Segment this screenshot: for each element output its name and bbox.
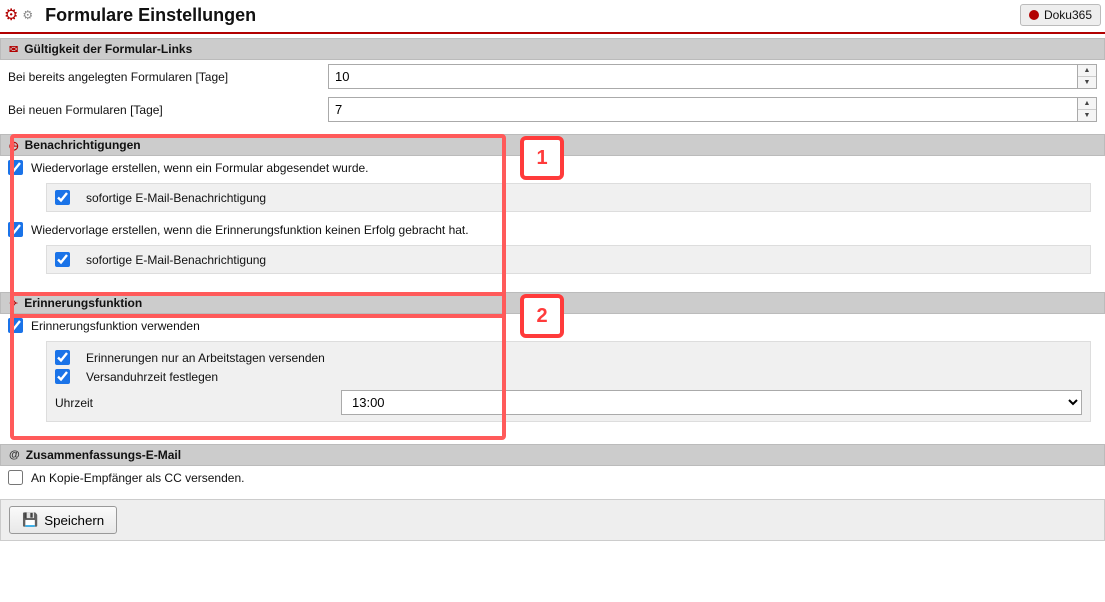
- reminder-use-label: Erinnerungsfunktion verwenden: [31, 319, 200, 333]
- clock-icon: ◷: [9, 139, 19, 152]
- page-title: Formulare Einstellungen: [45, 5, 1020, 26]
- summary-cc-checkbox[interactable]: [8, 470, 23, 485]
- section-validity-header: ✉ Gültigkeit der Formular-Links: [0, 38, 1105, 60]
- notify-on-reminder-fail-label: Wiedervorlage erstellen, wenn die Erinne…: [31, 223, 469, 237]
- at-icon: @: [9, 449, 20, 461]
- spinner-down-icon[interactable]: ▼: [1078, 110, 1096, 121]
- validity-new-input[interactable]: [328, 97, 1077, 122]
- reminder-use-checkbox[interactable]: [8, 318, 23, 333]
- section-notifications-title: Benachrichtigungen: [25, 138, 141, 152]
- section-summary-title: Zusammenfassungs-E-Mail: [26, 448, 181, 462]
- section-reminder-title: Erinnerungsfunktion: [24, 296, 142, 310]
- validity-existing-label: Bei bereits angelegten Formularen [Tage]: [8, 70, 328, 84]
- callout-badge-2: 2: [520, 294, 564, 338]
- notify-on-submit-label: Wiedervorlage erstellen, wenn ein Formul…: [31, 161, 369, 175]
- section-validity-title: Gültigkeit der Formular-Links: [24, 42, 192, 56]
- notify-on-reminder-fail-checkbox[interactable]: [8, 222, 23, 237]
- save-button[interactable]: 💾 Speichern: [9, 506, 117, 534]
- notify-on-reminder-fail-email-checkbox[interactable]: [55, 252, 70, 267]
- reminder-workdays-label: Erinnerungen nur an Arbeitstagen versend…: [86, 351, 325, 365]
- doku365-button[interactable]: Doku365: [1020, 4, 1101, 26]
- gear-small-icon: ⚙: [22, 8, 33, 22]
- spinner-up-icon[interactable]: ▲: [1078, 98, 1096, 110]
- reminder-workdays-checkbox[interactable]: [55, 350, 70, 365]
- mail-icon: ✉: [9, 43, 18, 56]
- reminder-time-select[interactable]: 13:00: [341, 390, 1082, 415]
- callout-badge-1: 1: [520, 136, 564, 180]
- notify-on-submit-email-label: sofortige E-Mail-Benachrichtigung: [86, 191, 266, 205]
- reminder-set-time-checkbox[interactable]: [55, 369, 70, 384]
- notify-on-reminder-fail-email-label: sofortige E-Mail-Benachrichtigung: [86, 253, 266, 267]
- save-button-label: Speichern: [44, 513, 104, 528]
- validity-new-spinner[interactable]: ▲ ▼: [1077, 97, 1097, 122]
- gear-icon: ⚙: [4, 5, 18, 25]
- section-summary-header: @ Zusammenfassungs-E-Mail: [0, 444, 1105, 466]
- save-icon: 💾: [22, 512, 38, 528]
- validity-existing-input[interactable]: [328, 64, 1077, 89]
- bell-icon: ✧: [9, 297, 18, 310]
- reminder-set-time-label: Versanduhrzeit festlegen: [86, 370, 218, 384]
- reminder-time-label: Uhrzeit: [55, 396, 341, 410]
- spinner-down-icon[interactable]: ▼: [1078, 77, 1096, 88]
- spinner-up-icon[interactable]: ▲: [1078, 65, 1096, 77]
- record-icon: [1029, 10, 1039, 20]
- notify-on-submit-checkbox[interactable]: [8, 160, 23, 175]
- summary-cc-label: An Kopie-Empfänger als CC versenden.: [31, 471, 244, 485]
- validity-new-label: Bei neuen Formularen [Tage]: [8, 103, 328, 117]
- doku365-label: Doku365: [1044, 8, 1092, 22]
- validity-existing-spinner[interactable]: ▲ ▼: [1077, 64, 1097, 89]
- notify-on-submit-email-checkbox[interactable]: [55, 190, 70, 205]
